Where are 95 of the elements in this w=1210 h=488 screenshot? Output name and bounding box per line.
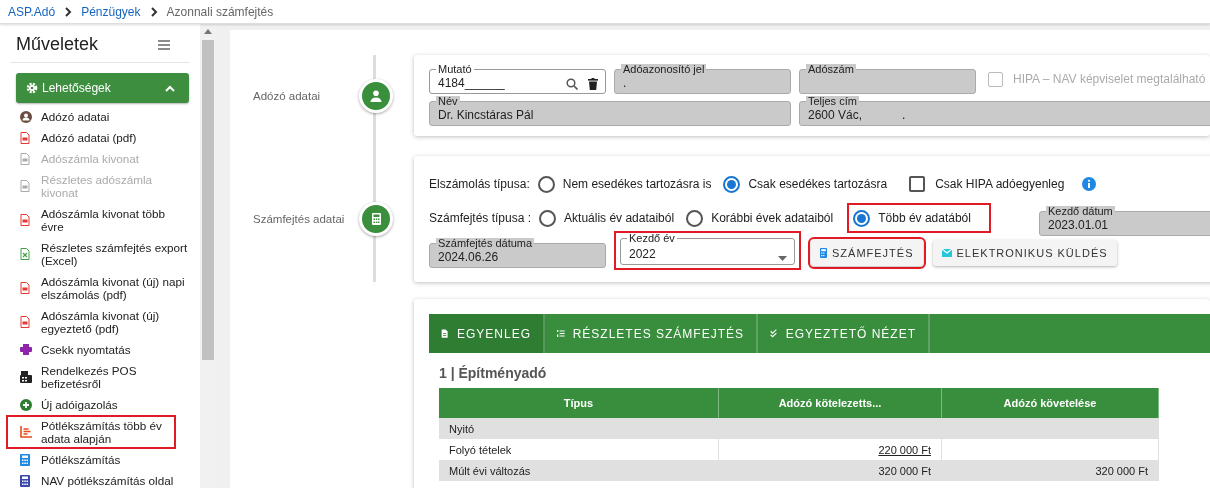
table-cell: 320 000 Ft [878,464,931,477]
pdf-file-icon [20,282,30,294]
field-label: Adóazonosító jel [621,64,707,75]
envelope-icon [941,248,952,257]
table-cell: 320 000 Ft [1095,464,1148,477]
field-label: Kezdő dátum [1045,206,1115,217]
checkbox-label: HIPA – NAV képviselet megtalálható [1013,72,1206,86]
breadcrumb-link[interactable]: Pénzügyek [81,4,141,19]
option-label: Elszámolás típusa: [429,177,530,191]
pdf-file-icon [20,152,30,165]
sidebar-title: Műveletek [16,34,99,55]
chevron-right-icon [64,6,73,17]
spreadsheet-file-icon [20,248,30,260]
field-label: Számfejtés dátuma [436,237,535,249]
field-value: 2022 [629,248,657,261]
pdf-file-icon [20,180,30,192]
radio-button[interactable] [539,209,557,227]
menu-item[interactable]: Új adóigazolás [8,394,190,415]
person-icon [20,110,32,123]
input-field[interactable]: Mutató 4184______ [429,64,606,94]
menu-item[interactable]: NAV pótlékszámítás oldal [8,470,190,488]
radio-label: Korábbi évek adataiból [711,211,834,225]
card-terminal-icon [20,371,32,383]
column-header: Típus [439,388,719,418]
calculator-icon [20,453,30,466]
pdf-file-icon [20,214,30,226]
tab[interactable]: EGYENLEG [429,314,545,353]
chevron-right-icon [149,6,158,17]
section-header[interactable]: Lehetőségek [16,73,189,103]
checkbox[interactable] [909,176,926,192]
menu-item[interactable]: Adószámla kivonat több évre [8,203,190,237]
column-header: Adózó kötelezetts... [718,388,942,418]
field-value: 4184______ [438,77,506,90]
radio-button[interactable] [537,175,555,193]
plus-circle-icon [20,398,32,411]
section-label: Számfejtés adatai [252,213,346,225]
info-icon[interactable] [1082,177,1097,191]
menu-item[interactable]: Adózó adatai (pdf) [8,127,190,148]
radio-button[interactable] [723,175,741,193]
dropdown-caret-icon [778,256,787,261]
menu-item[interactable]: Pótlékszámítás több év adata alapján [6,415,176,449]
radio-button[interactable] [686,209,704,227]
numbered-list-icon [557,327,565,340]
section-heading: 1 | Építményadó [439,365,548,381]
table-cell: Folyó tételek [449,443,512,456]
field-value: 2024.06.26 [438,250,500,264]
menu-item[interactable]: Rendelkezés POS befizetésről [8,360,190,394]
menu-icon[interactable] [158,39,170,50]
search-icon[interactable] [566,78,578,90]
breadcrumb-link[interactable]: ASP.Adó [8,4,56,19]
trash-icon[interactable] [588,78,598,90]
chart-icon [20,426,32,438]
pdf-file-icon [20,131,30,144]
field-value: Dr. Kincstáras Pál [438,109,535,122]
menu-item[interactable]: Adószámla kivonat (új) egyeztető (pdf) [8,305,190,339]
pdf-file-icon [20,316,30,328]
field-label: Név [436,96,460,107]
table-cell: Nyitó [449,422,475,435]
breadcrumb-current: Azonnali számfejtés [166,4,274,19]
field-value: . [623,77,628,90]
field-label: Adószám [806,64,856,75]
radio-label: Aktuális év adataiból [564,211,675,225]
radio-label: Nem esedékes tartozásra is [562,177,712,191]
calculator-icon [371,213,381,225]
field-label: Kezdő év [627,233,677,244]
person-icon [370,89,382,102]
calculate-button[interactable]: SZÁMFEJTÉS [811,239,923,266]
section-label: Adózó adatai [252,89,322,102]
radio-button[interactable] [853,209,871,227]
double-check-icon [770,327,778,340]
radio-label: Csak esedékes tartozásra [748,177,888,191]
menu-item[interactable]: Részletes számfejtés export (Excel) [8,237,190,271]
gear-icon [26,82,38,94]
document-icon [441,327,449,340]
menu-item[interactable]: Adózó adatai [8,106,190,127]
menu-item[interactable]: Pótlékszámítás [8,449,190,470]
radio-label: Több év adatából [878,211,971,225]
chevron-up-icon [165,84,175,92]
scrollbar-thumb[interactable] [202,40,214,360]
amount-link[interactable]: 220 000 Ft [878,443,931,456]
calculator-icon [20,474,30,487]
field-label: Teljes cím [806,96,859,107]
calculator-icon [820,247,827,258]
option-label: Számfejtés típusa : [429,211,532,225]
checkbox-label: Csak HIPA adóegyenleg [935,177,1065,191]
send-button[interactable]: ELEKTRONIKUS KÜLDÉS [932,239,1117,266]
field-value: 2023.01.01 [1047,219,1110,232]
table-cell: Múlt évi változás [449,464,531,477]
menu-item[interactable]: Adószámla kivonat (új) napi elszámolás (pdf) [8,271,190,305]
scrollbar[interactable] [200,24,216,488]
column-header: Adózó követelése [941,388,1159,418]
dropdown[interactable]: Kezdő év 2022 [620,233,795,265]
menu-item[interactable]: Csekk nyomtatás [8,339,190,360]
field-label: Mutató [436,64,474,75]
field-value: 2600 Vác, . [808,109,907,122]
